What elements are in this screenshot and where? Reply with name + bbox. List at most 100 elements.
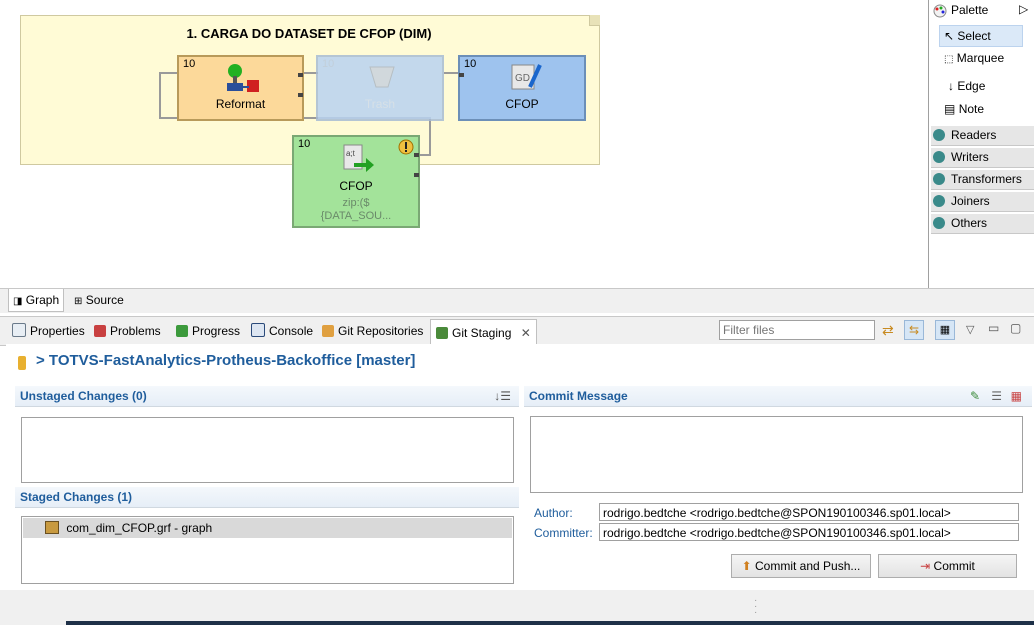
palette-group-label: Writers <box>951 150 989 164</box>
progress-icon <box>176 325 188 337</box>
node-count: 10 <box>464 58 477 70</box>
palette-tool-marquee[interactable]: ⬚ Marquee <box>939 48 1004 68</box>
list-item[interactable]: com_dim_CFOP.grf - graph <box>23 518 512 538</box>
svg-text:GD: GD <box>515 73 530 84</box>
add-signed-off-icon[interactable]: ✎ <box>970 386 980 406</box>
trash-node[interactable]: 10 Trash <box>316 55 444 121</box>
link-selection-icon[interactable]: ⇆ <box>904 320 924 340</box>
reformat-node[interactable]: 10 Reformat <box>177 55 304 121</box>
palette-title: Palette <box>951 3 989 17</box>
palette-tool-label: Note <box>958 102 985 116</box>
tab-label: Console <box>269 324 314 338</box>
palette-group-label: Readers <box>951 128 997 142</box>
committer-label: Committer: <box>534 526 593 540</box>
close-icon[interactable]: ✕ <box>521 326 531 340</box>
commit-message-input[interactable] <box>530 416 1023 493</box>
committer-field[interactable]: rodrigo.bedtche <rodrigo.bedtche@SPON190… <box>599 523 1019 541</box>
unstaged-list[interactable] <box>21 417 514 483</box>
palette-collapse-icon[interactable]: ▷ <box>1019 2 1028 16</box>
tab-progress[interactable]: Progress <box>176 321 240 341</box>
tab-label: Properties <box>30 324 85 338</box>
palette-group-readers[interactable]: Readers <box>931 126 1034 146</box>
svg-text:a;t: a;t <box>346 149 356 158</box>
palette-tool-label: Marquee <box>956 51 1005 65</box>
tab-properties[interactable]: Properties <box>12 321 85 341</box>
staged-header: Staged Changes (1) <box>15 487 519 508</box>
palette-group-joiners[interactable]: Joiners <box>931 192 1034 212</box>
output-port[interactable] <box>414 173 419 177</box>
palette-group-label: Joiners <box>951 194 990 208</box>
editor-tab-bar: ◨ Graph ⊞ Source <box>0 288 1034 313</box>
node-label: CFOP <box>505 97 539 111</box>
trash-icon <box>369 66 395 88</box>
view-menu-icon[interactable]: ▽ <box>966 323 974 336</box>
writers-icon <box>933 151 945 163</box>
author-label: Author: <box>534 506 573 520</box>
output-port[interactable] <box>414 153 419 157</box>
tab-git-repositories[interactable]: Git Repositories <box>322 321 423 341</box>
tab-problems[interactable]: Problems <box>94 321 161 341</box>
change-id-icon[interactable]: ▦ <box>1011 386 1022 406</box>
staged-title: Staged Changes (1) <box>20 490 133 504</box>
palette-tool-edge[interactable]: ↓ Edge <box>939 76 985 96</box>
palette-panel: Palette ▷ ↖ Select ⬚ Marquee ↓ Edge ▤ No… <box>928 0 1034 288</box>
refresh-icon[interactable]: ⇄ <box>882 322 898 338</box>
resize-grip-icon[interactable]: · · · <box>754 596 757 618</box>
node-sublabel: zip:($ <box>342 197 370 209</box>
graph-canvas[interactable]: 1. CARGA DO DATASET DE CFOP (DIM) 10 Ref… <box>0 0 928 288</box>
maximize-icon[interactable]: ▢ <box>1010 321 1021 335</box>
unstaged-header: Unstaged Changes (0) ↓☰ <box>15 386 519 407</box>
minimize-icon[interactable]: ▭ <box>988 321 999 335</box>
node-label: Trash <box>364 97 396 111</box>
tab-source[interactable]: ⊞ Source <box>70 289 128 311</box>
reader-icon: a;t <box>343 144 374 172</box>
edge-arrow-icon: ↓ <box>948 79 954 93</box>
joiners-icon <box>933 195 945 207</box>
palette-group-label: Transformers <box>951 172 1022 186</box>
palette-tool-label: Select <box>957 29 991 43</box>
palette-icon <box>933 4 947 18</box>
palette-tool-note[interactable]: ▤ Note <box>939 99 984 119</box>
output-port[interactable] <box>298 93 303 97</box>
palette-group-writers[interactable]: Writers <box>931 148 1034 168</box>
tab-console[interactable]: Console <box>251 321 313 341</box>
sort-icon[interactable]: ↓☰ <box>494 386 511 406</box>
tab-git-staging[interactable]: Git Staging ✕ <box>430 319 537 346</box>
palette-group-others[interactable]: Others <box>931 214 1034 234</box>
git-repo-icon <box>322 325 334 337</box>
button-label: Commit and Push... <box>755 559 861 573</box>
reformat-icon <box>227 64 259 92</box>
commit-message-title: Commit Message <box>529 389 628 403</box>
amend-icon[interactable]: ☰ <box>991 386 1002 406</box>
commit-and-push-button[interactable]: ⬆ Commit and Push... <box>731 554 871 578</box>
tab-label: Progress <box>192 324 241 338</box>
node-sublabel: {DATA_SOU... <box>320 210 392 222</box>
repository-title: > TOTVS-FastAnalytics-Protheus-Backoffic… <box>36 352 416 369</box>
commit-message-header: Commit Message ✎ ☰ ▦ <box>524 386 1032 407</box>
staged-list[interactable]: com_dim_CFOP.grf - graph <box>21 516 514 584</box>
warning-icon[interactable] <box>398 139 414 155</box>
status-bar: · · · <box>0 590 1034 625</box>
cfop-writer-node[interactable]: 10 GD CFOP <box>458 55 586 121</box>
staged-file-name: com_dim_CFOP.grf - graph <box>66 521 213 535</box>
edge-layer <box>159 72 458 156</box>
author-field[interactable]: rodrigo.bedtche <rodrigo.bedtche@SPON190… <box>599 503 1019 521</box>
palette-group-label: Others <box>951 216 988 230</box>
commit-button[interactable]: ⇥ Commit <box>878 554 1017 578</box>
palette-group-transformers[interactable]: Transformers <box>931 170 1034 190</box>
tab-graph[interactable]: ◨ Graph <box>8 289 65 312</box>
taskbar-edge <box>66 621 1034 625</box>
filter-files-input[interactable] <box>719 320 875 340</box>
commit-icon: ⇥ <box>920 559 931 573</box>
output-port[interactable] <box>298 73 303 77</box>
graph-file-icon <box>45 521 59 534</box>
tab-label: Problems <box>110 324 161 338</box>
layout-toggle-icon[interactable]: ▦ <box>935 320 955 340</box>
input-port[interactable] <box>459 73 464 77</box>
problems-icon <box>94 325 106 337</box>
palette-tool-select[interactable]: ↖ Select <box>939 25 1023 47</box>
marquee-icon: ⬚ <box>944 54 954 65</box>
cfop-reader-node[interactable]: 10 a;t CFOP zip:($ {DATA_SOU... <box>292 135 420 228</box>
push-icon: ⬆ <box>741 559 752 573</box>
note-icon: ▤ <box>944 102 956 116</box>
